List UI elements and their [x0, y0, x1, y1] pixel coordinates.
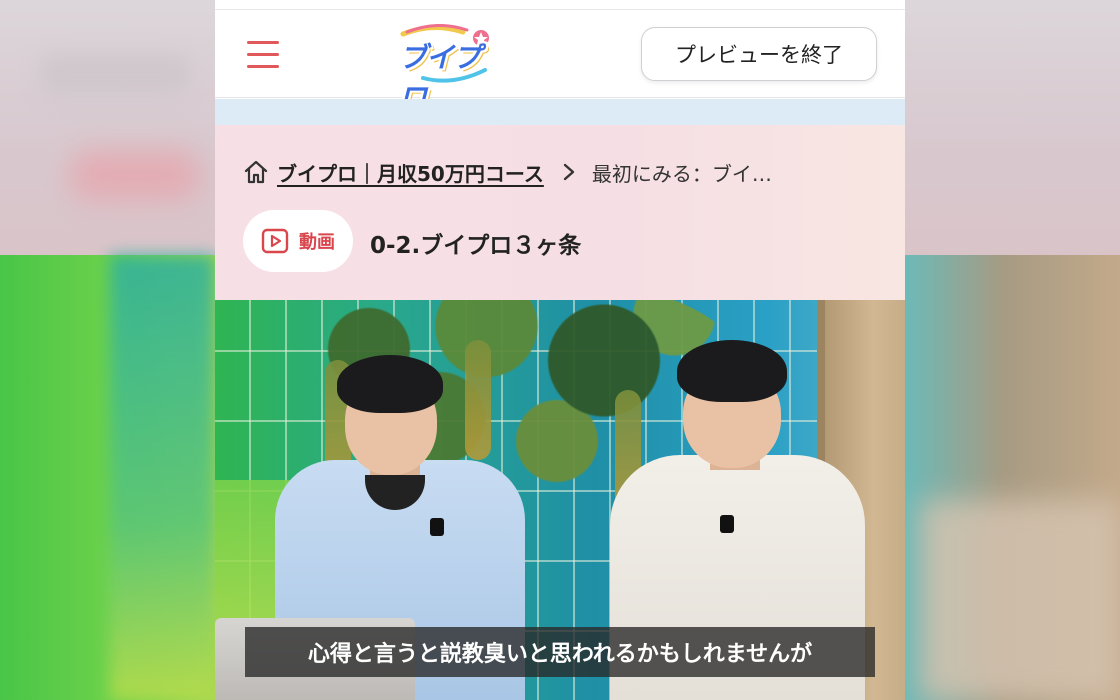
info-bar [215, 99, 905, 125]
video-subtitle: 心得と言うと説教臭いと思われるかもしれませんが [245, 627, 875, 677]
lesson-title: 0-2.ブイプロ３ヶ条 [370, 233, 582, 259]
home-icon[interactable] [243, 159, 269, 185]
badge-label: 動画 [299, 232, 335, 253]
video-type-badge: 動画 [243, 210, 353, 272]
breadcrumb-course-link[interactable]: ブイプロ｜月収50万円コース [277, 158, 544, 187]
menu-icon[interactable] [247, 40, 279, 68]
status-strip [215, 0, 905, 10]
phone-screen: ブイプロ プレビューを終了 ブイプロ｜月収50万円コース 最初にみる：ブイ… 動… [215, 0, 905, 700]
breadcrumb: ブイプロ｜月収50万円コース 最初にみる：ブイ… [243, 157, 772, 187]
end-preview-button[interactable]: プレビューを終了 [641, 27, 877, 81]
chevron-right-icon [563, 163, 575, 181]
brand-logo[interactable]: ブイプロ [393, 24, 493, 114]
play-icon [261, 228, 289, 254]
breadcrumb-current: 最初にみる：ブイ… [591, 161, 772, 186]
video-vine [465, 340, 491, 460]
video-player[interactable]: 心得と言うと説教臭いと思われるかもしれませんが [215, 300, 905, 700]
lesson-header-panel: ブイプロ｜月収50万円コース 最初にみる：ブイ… 動画 0-2.ブイプロ３ヶ条 [215, 125, 905, 300]
app-header: ブイプロ プレビューを終了 [215, 10, 905, 114]
